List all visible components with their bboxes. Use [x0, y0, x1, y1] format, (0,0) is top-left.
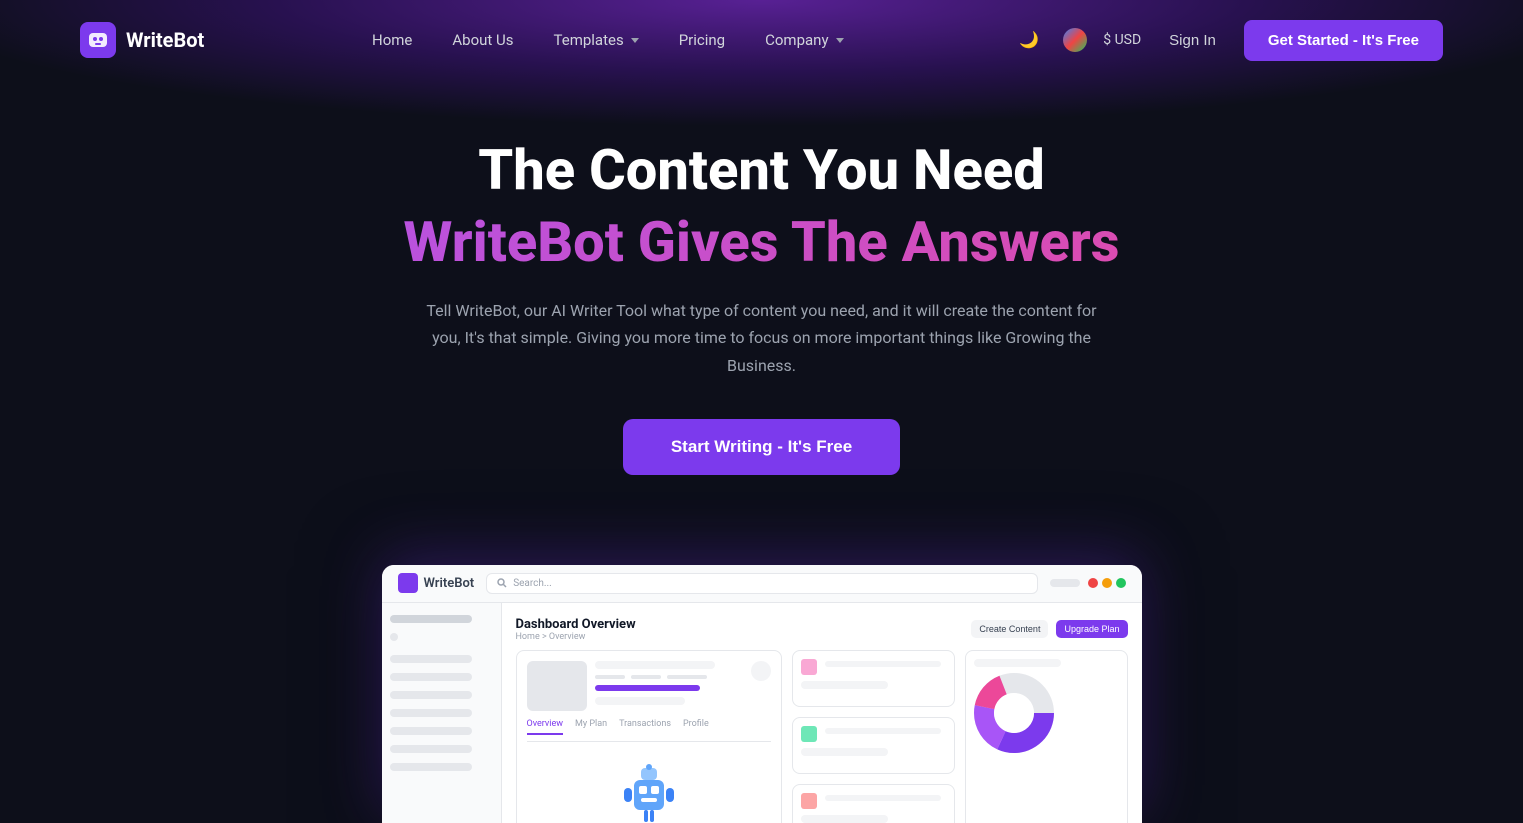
sidebar-item: [390, 615, 472, 623]
nav-right: 🌙 $ USD Sign In Get Started - It's Free: [1011, 20, 1443, 61]
card-text: [801, 681, 888, 689]
card-text: [801, 815, 888, 823]
currency-selector[interactable]: $ USD: [1103, 32, 1141, 48]
nav-about[interactable]: About Us: [436, 23, 529, 57]
pink-accent: [801, 659, 817, 675]
card-text: [825, 661, 941, 667]
dashboard-logo-icon: [398, 573, 418, 593]
tab-myplan[interactable]: My Plan: [575, 719, 607, 735]
sidebar-item: [390, 763, 472, 771]
navbar: WriteBot Home About Us Templates Pricing: [0, 0, 1523, 80]
card-text: [801, 748, 888, 756]
content-image-placeholder: [527, 661, 587, 711]
dashboard-topbar: WriteBot Search...: [382, 565, 1142, 603]
dashboard-content-area: Overview My Plan Transactions Profile: [516, 650, 1128, 823]
maximize-dot: [1116, 578, 1126, 588]
small-card-3: [792, 784, 955, 823]
tab-profile[interactable]: Profile: [683, 719, 709, 735]
sidebar-chevron: [390, 633, 398, 641]
create-content-button[interactable]: Create Content: [971, 620, 1048, 638]
dashboard-action-buttons: Create Content Upgrade Plan: [971, 620, 1127, 638]
card-action-icon: [751, 661, 771, 681]
content-line: [595, 697, 685, 705]
language-icon: [1063, 28, 1087, 52]
minimize-dot: [1102, 578, 1112, 588]
green-accent: [801, 726, 817, 742]
cta-button[interactable]: Start Writing - It's Free: [623, 419, 900, 475]
card-text: [825, 795, 941, 801]
small-card-1: [792, 650, 955, 707]
dashboard-frame: WriteBot Search...: [382, 565, 1142, 823]
templates-chevron-icon: [631, 38, 639, 43]
nav-templates[interactable]: Templates: [538, 23, 655, 57]
page-wrapper: WriteBot Home About Us Templates Pricing: [0, 0, 1523, 823]
hero-section: The Content You Need WriteBot Gives The …: [0, 80, 1523, 515]
nav-home[interactable]: Home: [356, 23, 428, 57]
tab-transactions[interactable]: Transactions: [619, 719, 671, 735]
dashboard-main: Dashboard Overview Home > Overview Creat…: [502, 603, 1142, 823]
sidebar-item: [390, 655, 472, 663]
hero-subtitle: Tell WriteBot, our AI Writer Tool what t…: [422, 297, 1102, 379]
chart-card: [965, 650, 1128, 823]
nav-pricing[interactable]: Pricing: [663, 23, 741, 57]
sidebar-item: [390, 745, 472, 753]
red-accent: [801, 793, 817, 809]
main-content-card: Overview My Plan Transactions Profile: [516, 650, 782, 823]
content-line: [595, 661, 715, 669]
hero-title-white: The Content You Need: [20, 140, 1503, 202]
logo-text: WriteBot: [126, 28, 204, 52]
hero-title-gradient: WriteBot Gives The Answers: [20, 212, 1503, 274]
tab-overview[interactable]: Overview: [527, 719, 563, 735]
chart-title: [974, 659, 1061, 667]
small-cards-column: [792, 650, 955, 823]
dashboard-body: Dashboard Overview Home > Overview Creat…: [382, 603, 1142, 823]
company-chevron-icon: [836, 38, 844, 43]
dark-mode-toggle[interactable]: 🌙: [1011, 22, 1047, 58]
dashboard-title: Dashboard Overview: [516, 617, 636, 632]
sidebar-item: [390, 709, 472, 717]
get-started-button[interactable]: Get Started - It's Free: [1244, 20, 1443, 61]
dashboard-tabs: Overview My Plan Transactions Profile: [527, 719, 771, 742]
chart-column: [965, 650, 1128, 823]
nav-links: Home About Us Templates Pricing Company: [356, 23, 860, 57]
upgrade-plan-button[interactable]: Upgrade Plan: [1056, 620, 1127, 638]
sign-in-button[interactable]: Sign In: [1157, 24, 1228, 57]
logo-icon: [80, 22, 116, 58]
dashboard-breadcrumb: Home > Overview: [516, 632, 636, 642]
moon-icon: 🌙: [1019, 30, 1039, 50]
dashboard-search[interactable]: Search...: [486, 573, 1037, 594]
dashboard-preview: WriteBot Search...: [0, 565, 1523, 823]
card-text: [825, 728, 941, 734]
dashboard-controls: [1050, 578, 1126, 588]
dashboard-logo: WriteBot: [398, 573, 475, 593]
close-dot: [1088, 578, 1098, 588]
sidebar-item: [390, 691, 472, 699]
dashboard-header-row: Dashboard Overview Home > Overview Creat…: [516, 617, 1128, 642]
logo-link[interactable]: WriteBot: [80, 22, 204, 58]
nav-company[interactable]: Company: [749, 23, 859, 57]
sidebar-item: [390, 727, 472, 735]
small-card-2: [792, 717, 955, 774]
dashboard-illustration: [527, 750, 771, 823]
sidebar-item: [390, 673, 472, 681]
dashboard-sidebar: [382, 603, 502, 823]
